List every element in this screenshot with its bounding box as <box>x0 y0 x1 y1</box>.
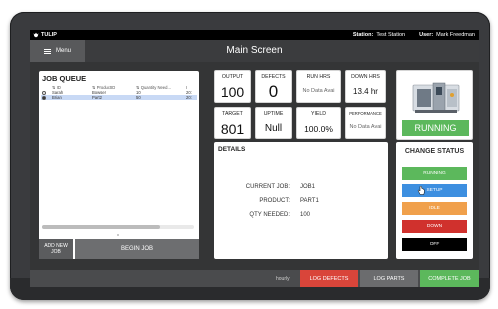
performance-card: PERFORMANCE No Data Avai <box>345 107 386 139</box>
begin-job-button[interactable]: BEGIN JOB <box>75 239 199 259</box>
user-label: User: <box>419 32 434 38</box>
pager-dot <box>117 234 119 236</box>
page-title: Main Screen <box>226 45 283 56</box>
tablet-screen: TULIP Station: Test Station User: Mark F… <box>30 30 479 287</box>
status-down-button[interactable]: DOWN <box>402 220 467 233</box>
status-running-button[interactable]: RUNNING <box>402 167 467 180</box>
app-logo: TULIP <box>33 32 57 38</box>
yield-title: YIELD <box>311 111 326 117</box>
hourly-label: hourly <box>276 275 290 282</box>
down-hrs-card: DOWN HRS 13.4 hr <box>345 70 386 103</box>
menu-label: Menu <box>56 48 72 54</box>
row-radio[interactable] <box>42 95 46 100</box>
target-value: 801 <box>220 121 245 137</box>
defects-card: DEFECTS 0 <box>255 70 292 103</box>
output-value: 100 <box>220 84 245 100</box>
app-header: Main Screen Menu <box>30 40 479 62</box>
tulip-logo-icon <box>33 32 39 38</box>
job-queue-table: ⇅ ID ⇅ ProductID ⇅ Quantity Need... I Sa… <box>41 85 197 100</box>
defects-title: DEFECTS <box>261 74 286 80</box>
details-title: DETAILS <box>218 146 246 153</box>
down-hrs-title: DOWN HRS <box>351 74 380 80</box>
machine-image <box>412 82 460 113</box>
row-extra: 20: <box>185 95 197 100</box>
scrollbar-thumb[interactable] <box>42 225 160 229</box>
job-queue-title: JOB QUEUE <box>42 74 87 83</box>
output-card: OUTPUT 100 <box>214 70 251 103</box>
machine-status-card: RUNNING <box>396 70 473 140</box>
uptime-value: Null <box>264 123 283 134</box>
product-value: PART1 <box>300 198 319 204</box>
current-job-value: JOB1 <box>300 184 316 190</box>
complete-job-button[interactable]: COMPLETE JOB <box>420 270 479 287</box>
details-panel: DETAILS CURRENT JOB: JOB1 PRODUCT: PART1… <box>214 142 388 259</box>
change-status-panel: CHANGE STATUS RUNNING SETUP IDLE DOWN OF… <box>396 142 473 259</box>
output-title: OUTPUT <box>221 74 244 80</box>
uptime-title: UPTIME <box>263 111 284 117</box>
down-hrs-value: 13.4 hr <box>353 87 378 96</box>
change-status-title: CHANGE STATUS <box>404 148 465 155</box>
target-card: TARGET 801 <box>214 107 251 139</box>
app-name: TULIP <box>41 32 57 38</box>
run-hrs-title: RUN HRS <box>306 74 331 80</box>
log-defects-button[interactable]: LOG DEFECTS <box>300 270 358 287</box>
row-product: Part2 <box>91 95 135 100</box>
station-value: Test Station <box>376 32 406 38</box>
performance-value: No Data Avai <box>349 124 382 130</box>
product-label: PRODUCT: <box>259 198 290 204</box>
target-title: TARGET <box>222 111 243 117</box>
current-job-label: CURRENT JOB: <box>245 184 290 190</box>
status-off-button[interactable]: OFF <box>402 238 467 251</box>
bottom-action-bar: hourly LOG DEFECTS LOG PARTS COMPLETE JO… <box>30 270 479 287</box>
table-row[interactable]: Brian Part2 50 20: <box>41 95 197 100</box>
menu-button[interactable]: Menu <box>30 40 85 62</box>
job-queue-panel: JOB QUEUE ⇅ ID ⇅ ProductID ⇅ Quantity Ne… <box>39 71 199 259</box>
log-parts-button[interactable]: LOG PARTS <box>360 270 418 287</box>
row-quantity: 50 <box>135 95 185 100</box>
add-new-job-button[interactable]: ADD NEW JOB <box>39 239 73 259</box>
system-bar: TULIP Station: Test Station User: Mark F… <box>30 30 479 40</box>
qty-needed-value: 100 <box>300 212 311 218</box>
qty-needed-label: QTY NEEDED: <box>249 212 290 218</box>
machine-status-badge: RUNNING <box>402 120 469 136</box>
row-id: Brian <box>51 95 91 100</box>
hamburger-icon <box>44 48 51 54</box>
performance-title: PERFORMANCE <box>349 111 382 116</box>
status-idle-button[interactable]: IDLE <box>402 202 467 215</box>
run-hrs-card: RUN HRS No Data Avai <box>296 70 341 103</box>
uptime-card: UPTIME Null <box>255 107 292 139</box>
run-hrs-value: No Data Avai <box>302 88 335 94</box>
defects-value: 0 <box>268 82 279 101</box>
yield-card: YIELD 100.0% <box>296 107 341 139</box>
horizontal-scrollbar[interactable] <box>42 225 194 229</box>
yield-value: 100.0% <box>304 124 333 134</box>
station-label: Station: <box>352 32 374 38</box>
status-setup-button[interactable]: SETUP <box>402 184 467 197</box>
user-value: Mark Freedman <box>436 32 475 38</box>
hand-cursor-icon <box>417 186 425 195</box>
